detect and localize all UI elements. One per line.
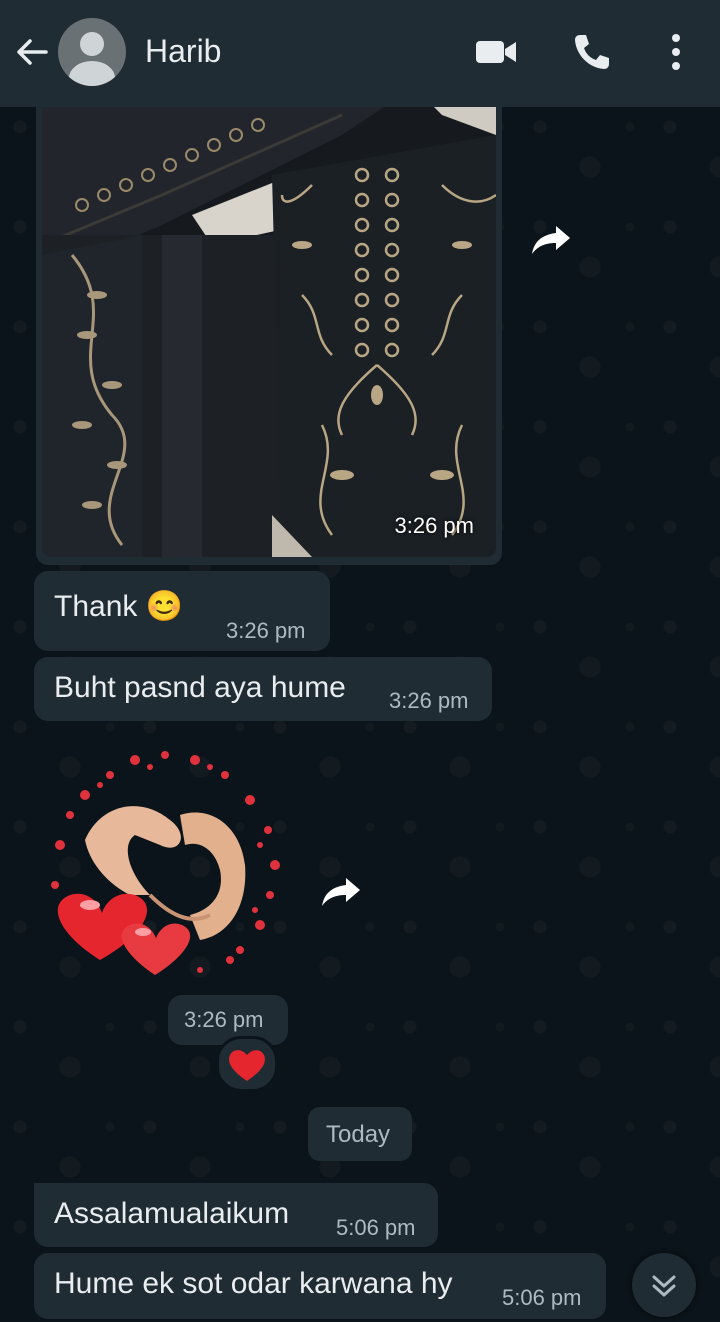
message-time: 3:26 pm xyxy=(394,513,475,538)
video-call-icon xyxy=(476,41,516,63)
message-text: Buht pasnd aya hume xyxy=(54,671,346,704)
heart-hands-sticker[interactable] xyxy=(40,745,290,990)
message-time: 3:26 pm xyxy=(184,1007,264,1032)
forward-button[interactable] xyxy=(316,866,366,916)
forward-icon xyxy=(322,878,360,906)
voice-call-icon xyxy=(575,35,609,69)
image-message[interactable]: 3:26 pm xyxy=(36,95,502,565)
sticker-time-pill: 3:26 pm xyxy=(168,995,288,1045)
forward-icon xyxy=(532,226,570,254)
date-divider: Today xyxy=(308,1107,412,1161)
scroll-to-bottom-button[interactable] xyxy=(632,1253,696,1317)
forward-button[interactable] xyxy=(526,214,576,264)
incoming-message[interactable]: Thank 😊 3:26 pm xyxy=(34,571,330,651)
voice-call-button[interactable] xyxy=(570,30,614,74)
message-text: Thank 😊 xyxy=(54,590,184,623)
back-button[interactable] xyxy=(12,32,52,72)
message-time: 3:26 pm xyxy=(389,688,469,713)
embroidered-fabric-photo[interactable]: 3:26 pm xyxy=(42,95,496,557)
avatar[interactable] xyxy=(58,18,126,86)
chat-header: Harib xyxy=(0,0,720,107)
red-heart-icon xyxy=(229,1050,265,1081)
message-text: Assalamualaikum xyxy=(54,1197,290,1230)
contact-name[interactable]: Harib xyxy=(145,33,221,70)
incoming-message[interactable]: Assalamualaikum 5:06 pm xyxy=(34,1183,438,1247)
incoming-message[interactable]: Buht pasnd aya hume 3:26 pm xyxy=(34,657,492,721)
more-options-button[interactable] xyxy=(654,30,698,74)
more-options-icon xyxy=(672,34,680,70)
message-time: 5:06 pm xyxy=(336,1215,416,1240)
video-call-button[interactable] xyxy=(474,30,518,74)
back-arrow-icon xyxy=(17,39,48,65)
message-time: 5:06 pm xyxy=(502,1285,582,1310)
message-time: 3:26 pm xyxy=(226,618,306,643)
message-text: Hume ek sot odar karwana hy xyxy=(54,1267,453,1300)
incoming-message[interactable]: Hume ek sot odar karwana hy 5:06 pm xyxy=(34,1253,606,1319)
reaction-badge[interactable] xyxy=(216,1036,278,1092)
date-divider-label: Today xyxy=(326,1121,391,1148)
double-chevron-down-icon xyxy=(652,1275,676,1297)
